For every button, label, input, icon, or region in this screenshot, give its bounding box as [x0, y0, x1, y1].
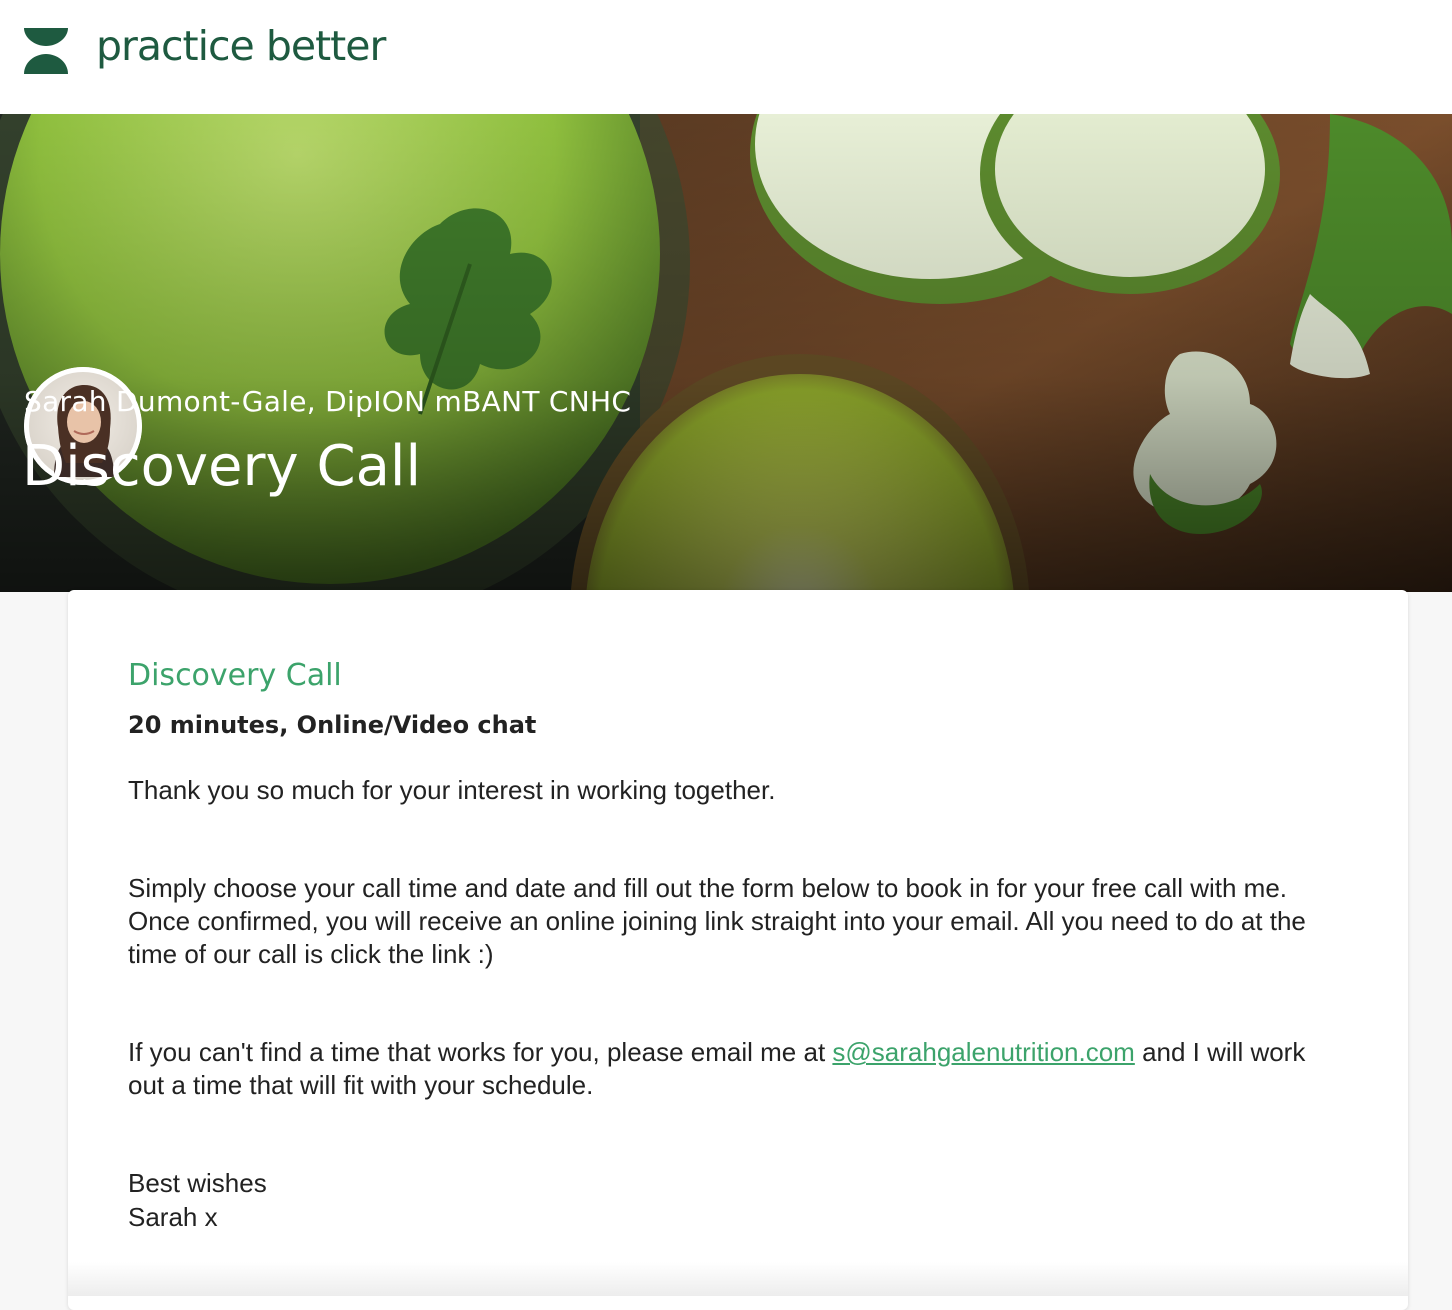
description-paragraph-2: Simply choose your call time and date an… — [128, 873, 1306, 969]
hero-title: Discovery Call — [22, 434, 421, 499]
sign-off: Best wishes — [128, 1168, 267, 1198]
hero-banner: Sarah Dumont-Gale, DipION mBANT CNHC Dis… — [0, 114, 1452, 592]
contact-email-link[interactable]: s@sarahgalenutrition.com — [832, 1037, 1134, 1067]
brand-name[interactable]: practice better — [96, 18, 386, 74]
service-title: Discovery Call — [128, 658, 342, 693]
food-background-image — [0, 114, 1452, 592]
practice-better-logo-icon[interactable] — [24, 28, 68, 74]
description-paragraph-1: Thank you so much for your interest in w… — [128, 775, 776, 805]
description-paragraph-3: If you can't find a time that works for … — [128, 1036, 1338, 1102]
top-bar: practice better — [0, 0, 1452, 114]
service-details-card: Discovery Call 20 minutes, Online/Video … — [68, 590, 1408, 1310]
provider-name: Sarah Dumont-Gale, DipION mBANT CNHC — [24, 385, 632, 418]
service-duration-type: 20 minutes, Online/Video chat — [128, 711, 537, 739]
contact-text-before: If you can't find a time that works for … — [128, 1037, 833, 1067]
signature: Sarah x — [128, 1202, 218, 1232]
scroll-fade — [68, 1262, 1408, 1296]
